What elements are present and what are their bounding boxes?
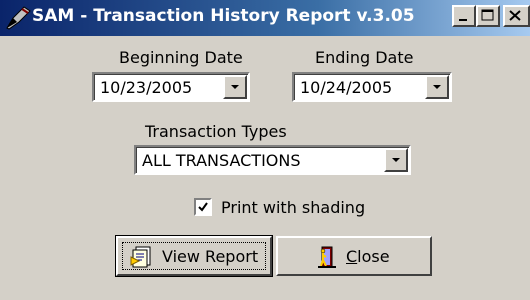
window-title: SAM - Transaction History Report v.3.05 <box>32 6 415 26</box>
report-icon <box>130 246 151 268</box>
transaction-types-dropdown-button[interactable] <box>384 148 408 172</box>
chevron-down-icon <box>231 85 239 89</box>
minimize-button[interactable] <box>452 5 476 27</box>
beginning-date-dropdown-button[interactable] <box>223 75 247 99</box>
ending-date-value: 10/24/2005 <box>300 78 393 97</box>
maximize-icon <box>481 9 494 21</box>
close-label: Close <box>346 247 390 266</box>
view-report-button[interactable]: View Report <box>115 235 273 277</box>
maximize-button[interactable] <box>476 5 500 27</box>
ending-date-dropdown-button[interactable] <box>425 75 449 99</box>
print-with-shading-checkbox[interactable] <box>194 198 212 216</box>
transaction-types-select[interactable]: ALL TRANSACTIONS <box>134 145 411 175</box>
view-report-label: View Report <box>162 247 259 266</box>
chevron-down-icon <box>433 85 441 89</box>
ending-date-select[interactable]: 10/24/2005 <box>292 72 452 102</box>
print-with-shading-label[interactable]: Print with shading <box>221 198 365 217</box>
transaction-types-label: Transaction Types <box>145 122 287 141</box>
beginning-date-select[interactable]: 10/23/2005 <box>92 72 250 102</box>
beginning-date-label: Beginning Date <box>119 48 243 67</box>
title-bar[interactable]: SAM - Transaction History Report v.3.05 <box>0 0 530 36</box>
close-label-rest: lose <box>357 247 390 266</box>
close-icon <box>509 10 521 21</box>
beginning-date-value: 10/23/2005 <box>100 78 193 97</box>
chevron-down-icon <box>392 158 400 162</box>
close-mnemonic: C <box>346 247 358 266</box>
minimize-icon <box>459 19 467 21</box>
checkmark-icon <box>198 202 208 212</box>
close-window-button[interactable] <box>503 5 530 27</box>
door-exit-icon <box>318 246 336 268</box>
pen-icon <box>6 6 31 30</box>
transaction-types-value: ALL TRANSACTIONS <box>142 151 301 170</box>
ending-date-label: Ending Date <box>315 48 414 67</box>
close-button[interactable]: Close <box>276 236 432 276</box>
